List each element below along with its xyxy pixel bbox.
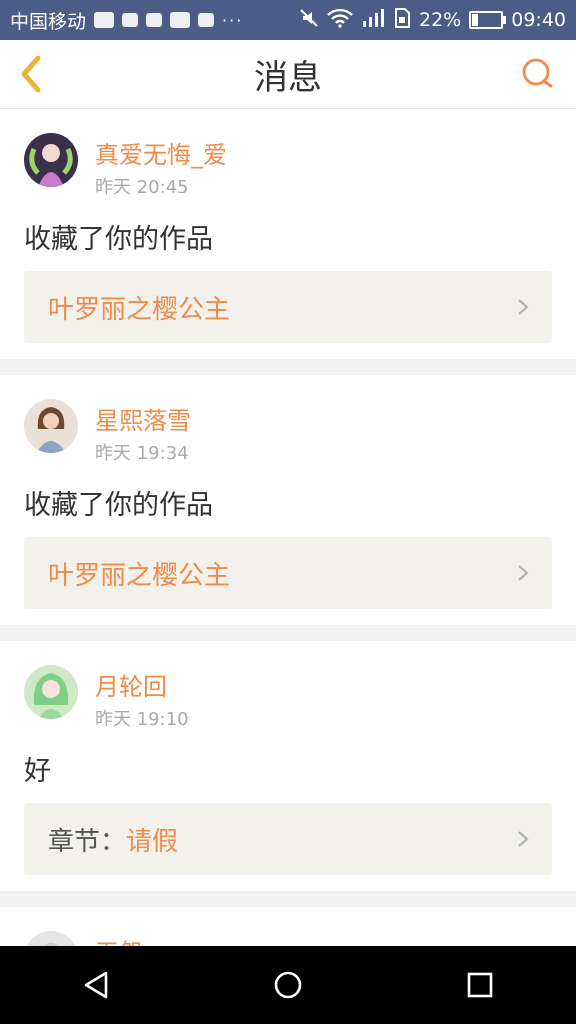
android-icon [170, 12, 191, 28]
chapter-prefix: 章节： [48, 826, 127, 857]
wifi-icon [327, 8, 353, 33]
work-title: 叶罗丽之樱公主 [48, 294, 231, 325]
avatar[interactable] [24, 133, 78, 187]
message-content: 收藏了你的作品 [24, 490, 213, 521]
sync-icon [146, 13, 163, 27]
battery-percent: 22% [419, 9, 462, 31]
notification-app-icon [94, 12, 115, 28]
avatar[interactable] [24, 399, 78, 453]
nav-recent-button[interactable] [450, 955, 510, 1015]
nav-back-button[interactable] [66, 955, 126, 1015]
chevron-right-icon [518, 565, 529, 581]
mute-icon [299, 8, 319, 33]
square-recent-icon [467, 972, 493, 998]
message-time: 昨天 20:45 [95, 177, 189, 198]
message-time: 昨天 19:10 [95, 709, 189, 730]
chevron-right-icon [518, 299, 529, 315]
username[interactable]: 真爱无悔_爱 [95, 135, 227, 170]
more-notifications-icon: ··· [222, 10, 244, 30]
work-link[interactable]: 叶罗丽之樱公主 [24, 271, 552, 343]
chevron-right-icon [518, 831, 529, 847]
username[interactable]: 月轮回 [95, 667, 167, 702]
message-content: 收藏了你的作品 [24, 224, 213, 255]
message-card[interactable]: 真爱无悔_爱 昨天 20:45 收藏了你的作品 叶罗丽之樱公主 [0, 109, 576, 359]
message-list: 真爱无悔_爱 昨天 20:45 收藏了你的作品 叶罗丽之樱公主 星熙落雪 昨天 … [0, 109, 576, 983]
message-time: 昨天 19:34 [95, 443, 189, 464]
page-title: 消息 [254, 57, 322, 98]
battery-fill [472, 14, 479, 26]
status-bar: 中国移动 ··· 22% 09:40 [0, 0, 576, 40]
message-card[interactable]: 月轮回 昨天 19:10 好 章节： 请假 [0, 641, 576, 891]
search-icon [522, 58, 553, 88]
back-button[interactable] [14, 52, 50, 96]
message-card[interactable]: 星熙落雪 昨天 19:34 收藏了你的作品 叶罗丽之樱公主 [0, 375, 576, 625]
chapter-link[interactable]: 章节： 请假 [24, 803, 552, 875]
work-link[interactable]: 叶罗丽之樱公主 [24, 537, 552, 609]
triangle-back-icon [84, 971, 108, 999]
clock: 09:40 [511, 9, 566, 31]
circle-home-icon [274, 971, 302, 999]
message-content: 好 [24, 756, 51, 787]
work-title: 叶罗丽之樱公主 [48, 560, 231, 591]
username[interactable]: 星熙落雪 [95, 401, 191, 436]
status-bar-left: 中国移动 ··· [10, 7, 243, 34]
app-header: 消息 [0, 40, 576, 109]
keyboard-icon [198, 13, 215, 27]
avatar[interactable] [24, 665, 78, 719]
chapter-title: 请假 [126, 826, 179, 857]
carrier-name: 中国移动 [10, 10, 87, 33]
battery-icon [469, 11, 507, 29]
cloud-icon [122, 13, 139, 27]
search-button[interactable] [520, 56, 556, 92]
status-bar-right: 22% 09:40 [299, 7, 566, 33]
chevron-left-icon [21, 55, 41, 93]
system-nav-bar [0, 946, 576, 1024]
nav-home-button[interactable] [258, 955, 318, 1015]
sim-icon [393, 7, 411, 33]
signal-icon [361, 8, 385, 33]
